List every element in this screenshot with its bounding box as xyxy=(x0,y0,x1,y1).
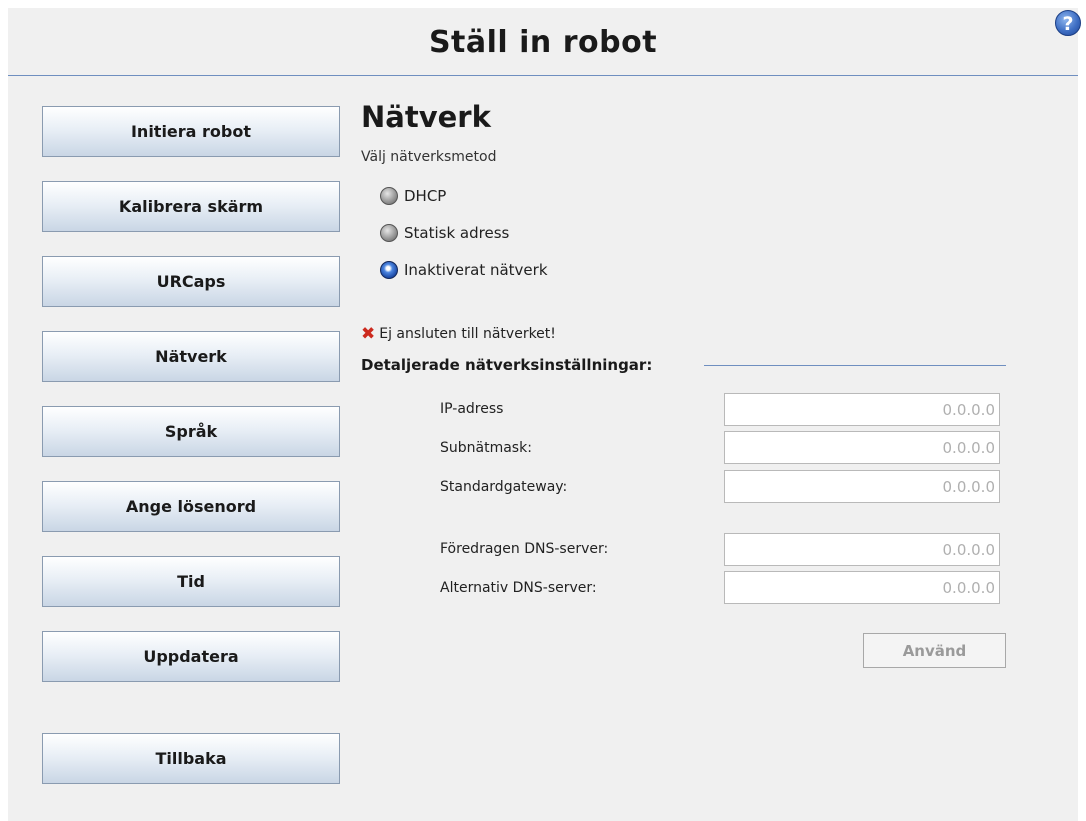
nav-button-kalibrera-skarm[interactable]: Kalibrera skärm xyxy=(42,181,340,232)
radio-label: Statisk adress xyxy=(404,224,510,242)
header-bar: Ställ in robot xyxy=(8,8,1078,76)
nav-button-urcaps[interactable]: URCaps xyxy=(42,256,340,307)
radio-label: DHCP xyxy=(404,187,447,205)
error-x-icon: ✖ xyxy=(361,324,376,344)
radio-disabled-network[interactable]: Inaktiverat nätverk xyxy=(380,259,548,281)
radio-unselected-icon[interactable] xyxy=(380,187,398,205)
section-title: Nätverk xyxy=(361,100,491,134)
alternate-dns-label: Alternativ DNS-server: xyxy=(440,580,597,596)
ip-address-field[interactable] xyxy=(724,393,1000,426)
default-gateway-field[interactable] xyxy=(724,470,1000,503)
back-button[interactable]: Tillbaka xyxy=(42,733,340,784)
nav-button-sprak[interactable]: Språk xyxy=(42,406,340,457)
preferred-dns-field[interactable] xyxy=(724,533,1000,566)
apply-button[interactable]: Använd xyxy=(863,633,1006,668)
subnet-mask-label: Subnätmask: xyxy=(440,440,532,456)
nav-button-ange-losenord[interactable]: Ange lösenord xyxy=(42,481,340,532)
details-heading: Detaljerade nätverksinställningar: xyxy=(361,356,653,374)
page-title: Ställ in robot xyxy=(428,25,658,60)
connection-status: ✖ Ej ansluten till nätverket! xyxy=(361,324,556,344)
default-gateway-label: Standardgateway: xyxy=(440,479,568,495)
help-icon[interactable]: ? xyxy=(1055,10,1081,36)
preferred-dns-label: Föredragen DNS-server: xyxy=(440,541,609,557)
radio-unselected-icon[interactable] xyxy=(380,224,398,242)
radio-static-address[interactable]: Statisk adress xyxy=(380,222,509,244)
ip-address-label: IP-adress xyxy=(440,401,504,417)
nav-button-initiera-robot[interactable]: Initiera robot xyxy=(42,106,340,157)
subnet-mask-field[interactable] xyxy=(724,431,1000,464)
setup-window: Ställ in robot ? Initiera robot Kalibrer… xyxy=(8,8,1081,821)
nav-button-tid[interactable]: Tid xyxy=(42,556,340,607)
section-subtitle: Välj nätverksmetod xyxy=(361,149,497,165)
nav-button-uppdatera[interactable]: Uppdatera xyxy=(42,631,340,682)
status-text: Ej ansluten till nätverket! xyxy=(379,326,556,342)
alternate-dns-field[interactable] xyxy=(724,571,1000,604)
details-divider xyxy=(704,365,1006,366)
nav-button-natverk[interactable]: Nätverk xyxy=(42,331,340,382)
radio-label: Inaktiverat nätverk xyxy=(404,261,548,279)
radio-dhcp[interactable]: DHCP xyxy=(380,185,446,207)
radio-selected-icon[interactable] xyxy=(380,261,398,279)
